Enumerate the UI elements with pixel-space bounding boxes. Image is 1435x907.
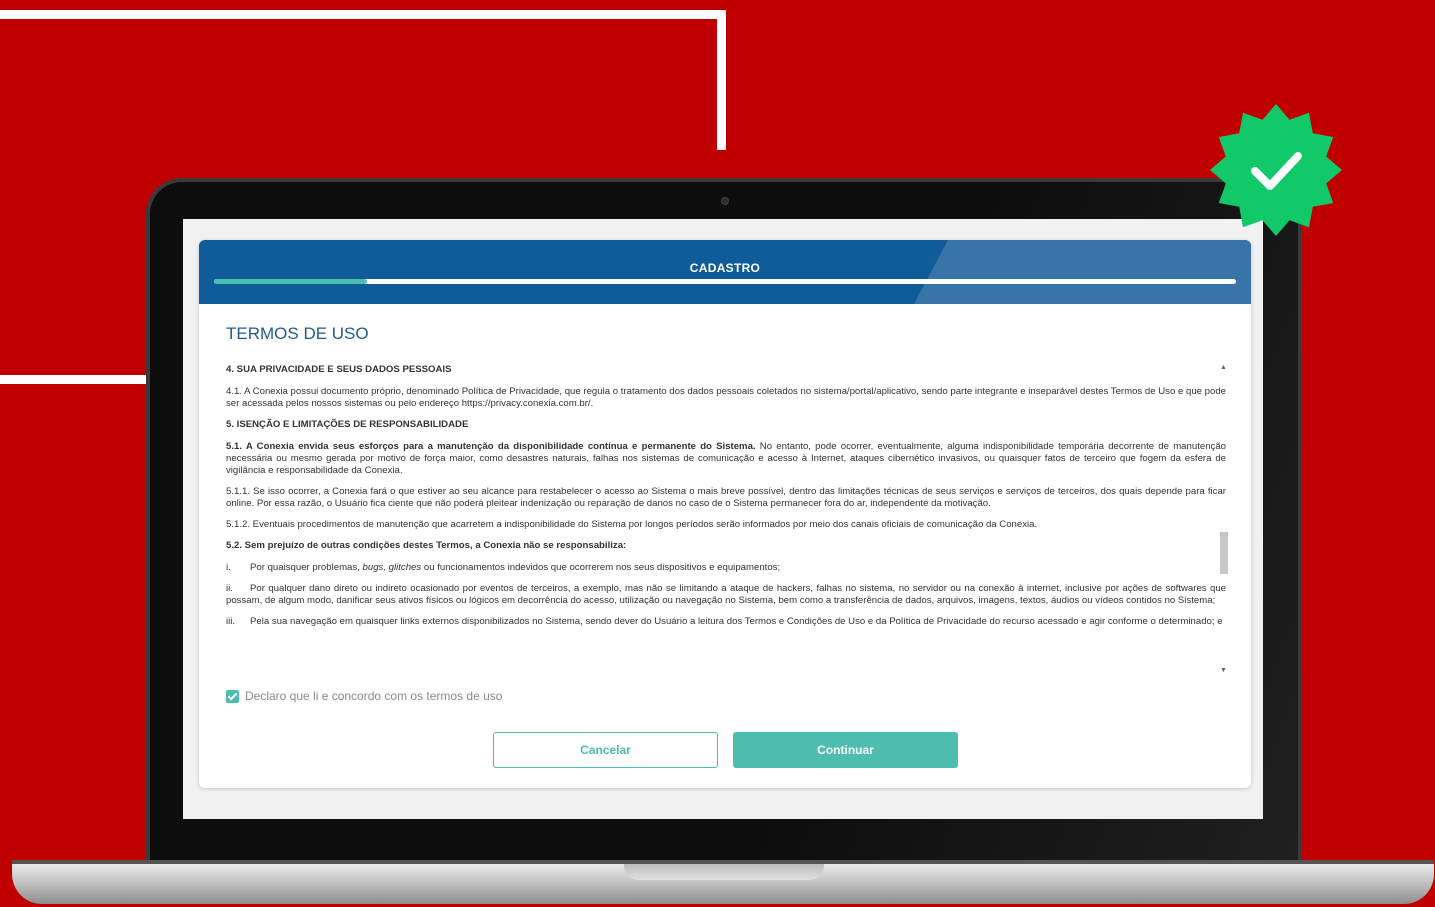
item-iii-number: iii.: [226, 616, 236, 627]
page-title: TERMOS DE USO: [226, 324, 369, 343]
scroll-thumb[interactable]: [1220, 532, 1228, 574]
section-5-heading: 5. ISENÇÃO E LIMITAÇÕES DE RESPONSABILID…: [226, 419, 469, 430]
paragraph-4-1: 4.1. A Conexia possui documento próprio,…: [226, 386, 1226, 409]
item-i-text-c: ou funcionamentos indevidos que ocorrere…: [421, 562, 781, 573]
agree-terms-label[interactable]: Declaro que li e concordo com os termos …: [245, 689, 502, 703]
progress-bar: [214, 279, 1236, 284]
laptop-notch: [624, 864, 824, 880]
paragraph-5-1-2: 5.1.2. Eventuais procedimentos de manute…: [226, 519, 1038, 530]
item-i-text-a: Por quaisquer problemas,: [250, 562, 363, 573]
item-ii: ii. Por qualquer dano direto ou indireto …: [226, 583, 1226, 607]
item-i-number: i.: [226, 562, 231, 573]
item-i: i. Por quaisquer problemas, bugs, glitche…: [226, 562, 1226, 574]
paragraph-5-1-bold: 5.1. A Conexia envida seus esforços para…: [226, 441, 756, 452]
card-header: CADASTRO: [199, 240, 1251, 304]
item-ii-number: ii.: [226, 583, 233, 594]
item-iii: iii. Pela sua navegação em quaisquer link…: [226, 616, 1226, 628]
terms-scrollbar[interactable]: ▲ ▼: [1219, 364, 1229, 674]
verified-badge-icon: [1210, 104, 1342, 236]
continue-button[interactable]: Continuar: [733, 732, 958, 768]
paragraph-5-2: 5.2. Sem prejuízo de outras condições de…: [226, 540, 627, 551]
section-4-heading: 4. SUA PRIVACIDADE E SEUS DADOS PESSOAIS: [226, 364, 452, 375]
paragraph-5-1: 5.1. A Conexia envida seus esforços para…: [226, 441, 1226, 477]
item-ii-text: Por qualquer dano direto ou indireto oca…: [226, 583, 1226, 606]
registration-card: CADASTRO TERMOS DE USO 4. SUA PRIVACIDAD…: [199, 240, 1251, 788]
item-i-text-italic: bugs, glitches: [362, 562, 422, 573]
scroll-down-icon[interactable]: ▼: [1220, 667, 1227, 674]
agree-terms-row[interactable]: Declaro que li e concordo com os termos …: [226, 689, 502, 703]
laptop-screen: CADASTRO TERMOS DE USO 4. SUA PRIVACIDAD…: [183, 219, 1263, 819]
cancel-button[interactable]: Cancelar: [493, 732, 718, 768]
paragraph-5-1-1: 5.1.1. Se isso ocorrer, a Conexia fará o…: [226, 486, 1226, 509]
scroll-up-icon[interactable]: ▲: [1220, 364, 1227, 371]
item-iii-text: Pela sua navegação em quaisquer links ex…: [250, 616, 1223, 627]
header-title: CADASTRO: [689, 261, 761, 275]
agree-terms-checkbox[interactable]: [226, 689, 239, 703]
camera-icon: [721, 197, 729, 205]
terms-scroll-area[interactable]: 4. SUA PRIVACIDADE E SEUS DADOS PESSOAIS…: [226, 364, 1226, 674]
progress-fill: [214, 279, 368, 284]
